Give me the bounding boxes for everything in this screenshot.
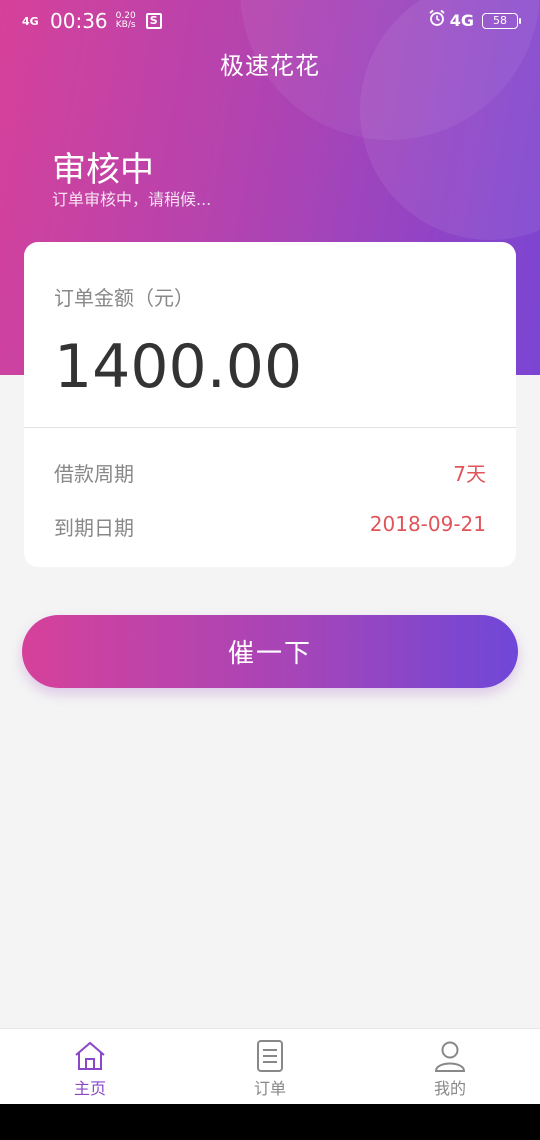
tab-orders[interactable]: 订单 (180, 1029, 360, 1104)
network-speed-unit: KB/s (115, 20, 136, 30)
status-bar-right: 4G 58 (428, 9, 521, 32)
alarm-icon (428, 9, 446, 32)
period-label: 借款周期 (54, 462, 134, 486)
period-value: 7天 (453, 462, 486, 486)
status-title: 审核中 (52, 150, 154, 190)
network-speed: 0.20 KB/s (116, 12, 136, 30)
amount-label: 订单金额（元） (54, 286, 194, 310)
tab-mine-label: 我的 (433, 1079, 466, 1098)
due-date-value: 2018-09-21 (369, 512, 486, 536)
system-navigation-bar (0, 1104, 540, 1140)
screen: 4G 00:36 0.20 KB/s S 4G 58 极速花花 审核中 订单审核 (0, 0, 540, 1140)
urge-button[interactable]: 催一下 (22, 615, 518, 688)
user-icon (434, 1041, 466, 1072)
status-time: 00:36 (50, 9, 108, 33)
home-icon (75, 1041, 105, 1070)
status-subtitle: 订单审核中，请稍候... (52, 190, 212, 209)
s-icon: S (145, 13, 162, 29)
amount-value: 1400.00 (54, 332, 303, 402)
divider (24, 427, 516, 428)
network-type: 4G (449, 11, 474, 30)
tab-bar: 主页 订单 我的 (0, 1028, 540, 1104)
document-icon (257, 1040, 283, 1072)
tab-orders-label: 订单 (253, 1079, 286, 1098)
status-bar-left: 4G 00:36 0.20 KB/s S (22, 9, 162, 33)
order-card: 订单金额（元） 1400.00 借款周期 7天 到期日期 2018-09-21 (24, 242, 516, 567)
status-bar: 4G 00:36 0.20 KB/s S 4G 58 (0, 0, 540, 42)
tab-home-label: 主页 (73, 1079, 106, 1098)
signal-icon: 4G (22, 14, 39, 28)
due-date-label: 到期日期 (54, 516, 134, 540)
app-title: 极速花花 (220, 52, 320, 80)
battery-level: 58 (493, 13, 507, 27)
battery-icon: 58 (482, 12, 521, 29)
tab-home[interactable]: 主页 (0, 1029, 180, 1104)
tab-mine[interactable]: 我的 (360, 1029, 540, 1104)
